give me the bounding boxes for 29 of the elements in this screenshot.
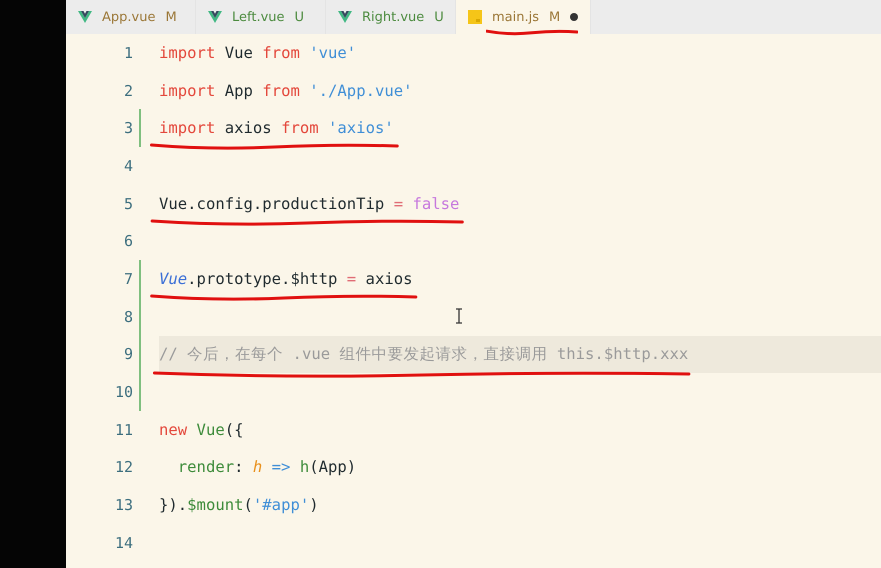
code-line: import Vue from 'vue' (159, 44, 356, 62)
code-line: Vue.config.productionTip = false (159, 194, 460, 213)
js-file-icon (468, 10, 482, 24)
vue-logo-icon (78, 11, 92, 23)
line-number: 6 (122, 232, 133, 250)
line-number: 12 (114, 458, 133, 476)
editor-tab[interactable]: main.js M (456, 0, 591, 34)
code-line: import axios from 'axios' (159, 119, 394, 138)
code-line: }).$mount('#app') (159, 496, 319, 514)
line-number: 2 (122, 82, 133, 100)
line-number: 9 (122, 345, 133, 364)
line-number: 4 (122, 156, 133, 175)
line-number: 13 (114, 496, 133, 514)
line-number: 1 (122, 44, 133, 62)
vue-logo-icon (208, 11, 222, 23)
line-number: 14 (114, 534, 133, 552)
vue-logo-icon (338, 11, 352, 23)
text-cursor-icon (455, 308, 463, 324)
code-comment: // 今后，在每个 .vue 组件中要发起请求，直接调用 this.$http.xxx (159, 344, 688, 365)
line-number: 10 (114, 383, 133, 402)
code-line: import App from './App.vue' (159, 82, 413, 100)
line-number: 8 (122, 308, 133, 326)
code-line: render: h => h(App) (176, 458, 356, 476)
line-number: 7 (122, 270, 133, 288)
line-number: 3 (122, 119, 133, 138)
line-number: 5 (122, 194, 133, 213)
line-number: 11 (114, 420, 133, 439)
code-line: new Vue({ (159, 420, 244, 439)
code-line: Vue.prototype.$http = axios (159, 270, 413, 288)
